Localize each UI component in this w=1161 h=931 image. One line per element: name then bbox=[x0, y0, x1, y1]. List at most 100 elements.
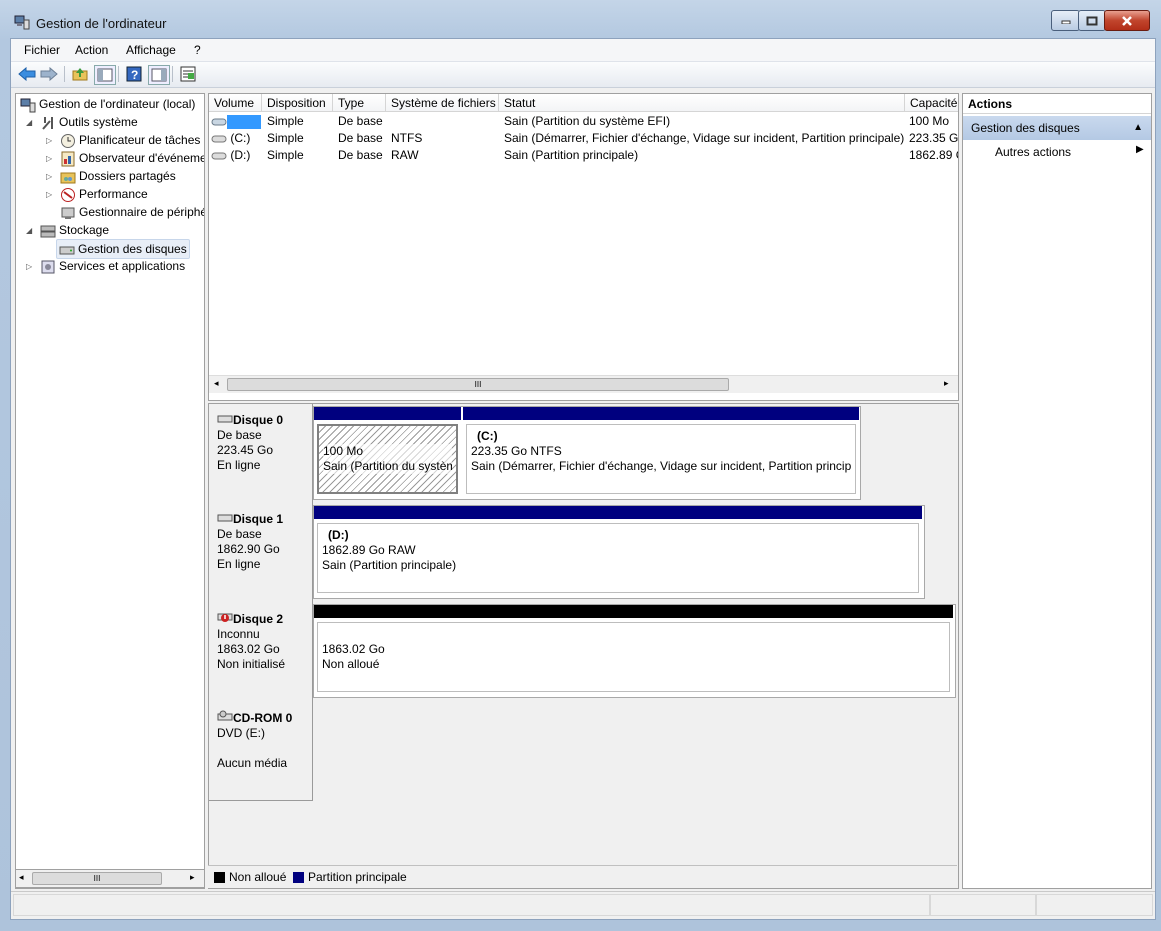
disk-name: Disque 1 bbox=[233, 512, 284, 526]
primary-partition-swatch bbox=[293, 872, 304, 884]
disk-size: 1863.02 Go bbox=[217, 642, 280, 656]
expanded-arrow-icon[interactable]: ◢ bbox=[26, 222, 32, 240]
tree-node-observateur[interactable]: ▷ Observateur d'événeme bbox=[46, 149, 205, 168]
show-hide-action-pane-button[interactable] bbox=[148, 65, 170, 85]
performance-icon bbox=[61, 187, 75, 202]
up-folder-button[interactable] bbox=[70, 65, 90, 83]
legend-label: Non alloué bbox=[229, 870, 287, 884]
shared-folder-icon bbox=[60, 172, 76, 184]
cell-capacity: 1862.89 G bbox=[909, 148, 958, 162]
actions-section-disk-management[interactable]: Gestion des disques ▲ bbox=[963, 116, 1151, 140]
column-header-filesystem[interactable]: Système de fichiers bbox=[386, 94, 499, 112]
disk-0-partitions: 100 Mo Sain (Partition du systèm (C:) 22… bbox=[313, 406, 861, 500]
tree-node-outils[interactable]: ◢ Outils système bbox=[26, 113, 138, 131]
close-icon bbox=[1122, 15, 1132, 26]
table-row[interactable] bbox=[211, 113, 263, 130]
partition-size: 1863.02 Go bbox=[322, 642, 385, 656]
partition-size: 223.35 Go NTFS bbox=[471, 444, 562, 458]
back-button[interactable] bbox=[17, 65, 37, 83]
table-row[interactable]: (C:) bbox=[211, 130, 263, 147]
cdrom-0-label[interactable]: CD-ROM 0 DVD (E:) Aucun média bbox=[209, 701, 313, 801]
other-actions-item[interactable]: Autres actions bbox=[995, 142, 1071, 162]
partition-unallocated[interactable]: 1863.02 Go Non alloué bbox=[314, 605, 953, 695]
actions-title: Actions bbox=[963, 94, 1151, 114]
partition-size: 1862.89 Go RAW bbox=[322, 543, 416, 557]
scroll-thumb[interactable]: III bbox=[227, 378, 729, 391]
help-icon: ? bbox=[126, 66, 142, 82]
partition-efi-body[interactable]: 100 Mo Sain (Partition du systèm bbox=[317, 424, 458, 494]
cell-filesystem: RAW bbox=[391, 148, 419, 162]
list-horizontal-scrollbar[interactable]: ◂ III ▸ bbox=[209, 375, 958, 393]
tree-node-planificateur[interactable]: ▷ Planificateur de tâches bbox=[46, 131, 200, 149]
menu-help[interactable]: ? bbox=[194, 43, 201, 57]
legend-bar: Non alloué Partition principale bbox=[208, 865, 957, 888]
collapsed-arrow-icon[interactable]: ▷ bbox=[46, 186, 52, 204]
tree-node-gestion-disques[interactable]: Gestion des disques bbox=[56, 239, 190, 259]
partition-d-body[interactable]: (D:) 1862.89 Go RAW Sain (Partition prin… bbox=[317, 523, 919, 593]
collapsed-arrow-icon[interactable]: ▷ bbox=[26, 258, 32, 276]
clock-icon bbox=[61, 133, 75, 148]
partition-c-body[interactable]: (C:) 223.35 Go NTFS Sain (Démarrer, Fich… bbox=[466, 424, 856, 494]
tree-label: Planificateur de tâches bbox=[79, 133, 201, 147]
tree-node-stockage[interactable]: ◢ Stockage bbox=[26, 221, 109, 239]
collapsed-arrow-icon[interactable]: ▷ bbox=[46, 168, 52, 186]
partition-c[interactable]: (C:) 223.35 Go NTFS Sain (Démarrer, Fich… bbox=[463, 407, 859, 497]
help-button[interactable]: ? bbox=[124, 65, 144, 83]
scroll-left-icon[interactable]: ◂ bbox=[214, 378, 219, 389]
menu-fichier[interactable]: Fichier bbox=[24, 43, 60, 57]
disk-status: En ligne bbox=[217, 458, 261, 472]
scroll-left-icon[interactable]: ◂ bbox=[19, 872, 24, 883]
scroll-right-icon[interactable]: ▸ bbox=[944, 378, 949, 389]
disk-icon bbox=[217, 415, 233, 423]
partition-efi[interactable]: 100 Mo Sain (Partition du systèm bbox=[314, 407, 461, 497]
back-arrow-icon bbox=[18, 67, 36, 81]
collapsed-arrow-icon[interactable]: ▷ bbox=[46, 150, 52, 168]
scroll-right-icon[interactable]: ▸ bbox=[190, 872, 195, 883]
disk-name: Disque 2 bbox=[233, 612, 284, 626]
tree-node-root[interactable]: Gestion de l'ordinateur (local) bbox=[20, 95, 195, 113]
forward-arrow-icon bbox=[40, 67, 58, 81]
maximize-button[interactable] bbox=[1078, 10, 1106, 31]
column-header-capacity[interactable]: Capacité bbox=[905, 94, 958, 112]
tree-horizontal-scrollbar[interactable]: ◂ III ▸ bbox=[15, 869, 205, 888]
partition-unallocated-body[interactable]: 1863.02 Go Non alloué bbox=[317, 622, 950, 692]
tree-node-performance[interactable]: ▷ Performance bbox=[46, 185, 148, 203]
tree-label: Stockage bbox=[59, 223, 110, 237]
tree-node-dossiers[interactable]: ▷ Dossiers partagés bbox=[46, 167, 176, 185]
forward-button[interactable] bbox=[39, 65, 59, 83]
menu-action[interactable]: Action bbox=[75, 43, 108, 57]
tree-node-peripheriques[interactable]: Gestionnaire de périphé bbox=[60, 203, 204, 221]
column-header-volume[interactable]: Volume bbox=[209, 94, 262, 112]
tree-label: Observateur d'événeme bbox=[79, 151, 205, 165]
partition-type-bar bbox=[314, 506, 922, 519]
show-hide-tree-button[interactable] bbox=[94, 65, 116, 85]
table-row[interactable]: (D:) bbox=[211, 147, 263, 164]
tree-node-services[interactable]: ▷ Services et applications bbox=[26, 257, 185, 275]
disk-type: De base bbox=[217, 428, 262, 442]
disk-1-label[interactable]: Disque 1 De base 1862.90 Go En ligne bbox=[209, 503, 313, 603]
column-header-disposition[interactable]: Disposition bbox=[262, 94, 333, 112]
minimize-button[interactable] bbox=[1051, 10, 1080, 31]
submenu-arrow-icon: ▶ bbox=[1136, 144, 1144, 155]
disk-size: 1862.90 Go bbox=[217, 542, 280, 556]
disk-2-label[interactable]: Disque 2 Inconnu 1863.02 Go Non initiali… bbox=[209, 602, 313, 702]
column-header-type[interactable]: Type bbox=[333, 94, 386, 112]
scroll-thumb[interactable]: III bbox=[32, 872, 162, 885]
properties-button[interactable] bbox=[178, 65, 198, 83]
menu-affichage[interactable]: Affichage bbox=[126, 43, 176, 57]
cell-status: Sain (Partition du système EFI) bbox=[504, 114, 671, 128]
partition-status: Sain (Partition principale) bbox=[322, 558, 457, 572]
disk-0-label[interactable]: Disque 0 De base 223.45 Go En ligne bbox=[209, 404, 313, 504]
window-title: Gestion de l'ordinateur bbox=[36, 16, 167, 31]
column-header-status[interactable]: Statut bbox=[499, 94, 905, 112]
partition-d[interactable]: (D:) 1862.89 Go RAW Sain (Partition prin… bbox=[314, 506, 922, 596]
status-cell bbox=[13, 894, 930, 916]
collapsed-arrow-icon[interactable]: ▷ bbox=[46, 132, 52, 150]
expanded-arrow-icon[interactable]: ◢ bbox=[26, 114, 32, 132]
title-bar[interactable]: Gestion de l'ordinateur bbox=[0, 0, 1161, 38]
close-button[interactable] bbox=[1104, 10, 1150, 31]
legend-label: Partition principale bbox=[308, 870, 407, 884]
computer-management-icon bbox=[14, 15, 30, 30]
collapse-up-icon[interactable]: ▲ bbox=[1133, 116, 1143, 140]
tree-label: Performance bbox=[79, 187, 148, 201]
